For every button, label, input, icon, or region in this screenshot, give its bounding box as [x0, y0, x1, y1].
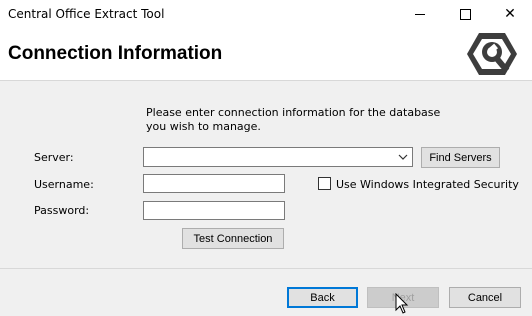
chevron-down-icon[interactable]: [397, 150, 409, 164]
maximize-icon: [459, 8, 471, 20]
instructions-line-1: Please enter connection information for …: [146, 106, 441, 119]
find-servers-button[interactable]: Find Servers: [421, 147, 500, 168]
username-label: Username:: [34, 178, 94, 191]
integrated-security-checkbox[interactable]: [318, 177, 331, 190]
footer-divider: [0, 268, 532, 269]
page-title: Connection Information: [8, 43, 223, 64]
close-icon: ✕: [504, 6, 516, 22]
back-button[interactable]: Back: [287, 287, 358, 308]
maximize-button[interactable]: [442, 0, 488, 28]
wizard-header: Connection Information: [0, 28, 532, 80]
mouse-pointer-icon: [395, 293, 409, 314]
instructions-text: Please enter connection information for …: [146, 106, 446, 134]
test-connection-button[interactable]: Test Connection: [182, 228, 284, 249]
window-title: Central Office Extract Tool: [8, 7, 165, 21]
instructions-line-2: you wish to manage.: [146, 120, 261, 133]
wrench-hex-logo-icon: [467, 33, 517, 75]
cancel-button[interactable]: Cancel: [449, 287, 521, 308]
minimize-button[interactable]: [397, 0, 443, 28]
password-field[interactable]: [143, 201, 285, 220]
integrated-security-label[interactable]: Use Windows Integrated Security: [336, 178, 519, 191]
header-divider: [0, 80, 532, 81]
minimize-icon: [415, 13, 425, 15]
server-combobox[interactable]: [143, 147, 413, 167]
title-bar: Central Office Extract Tool ✕: [0, 0, 532, 28]
server-label: Server:: [34, 151, 74, 164]
close-button[interactable]: ✕: [487, 0, 532, 28]
password-label: Password:: [34, 204, 90, 217]
username-field[interactable]: [143, 174, 285, 193]
